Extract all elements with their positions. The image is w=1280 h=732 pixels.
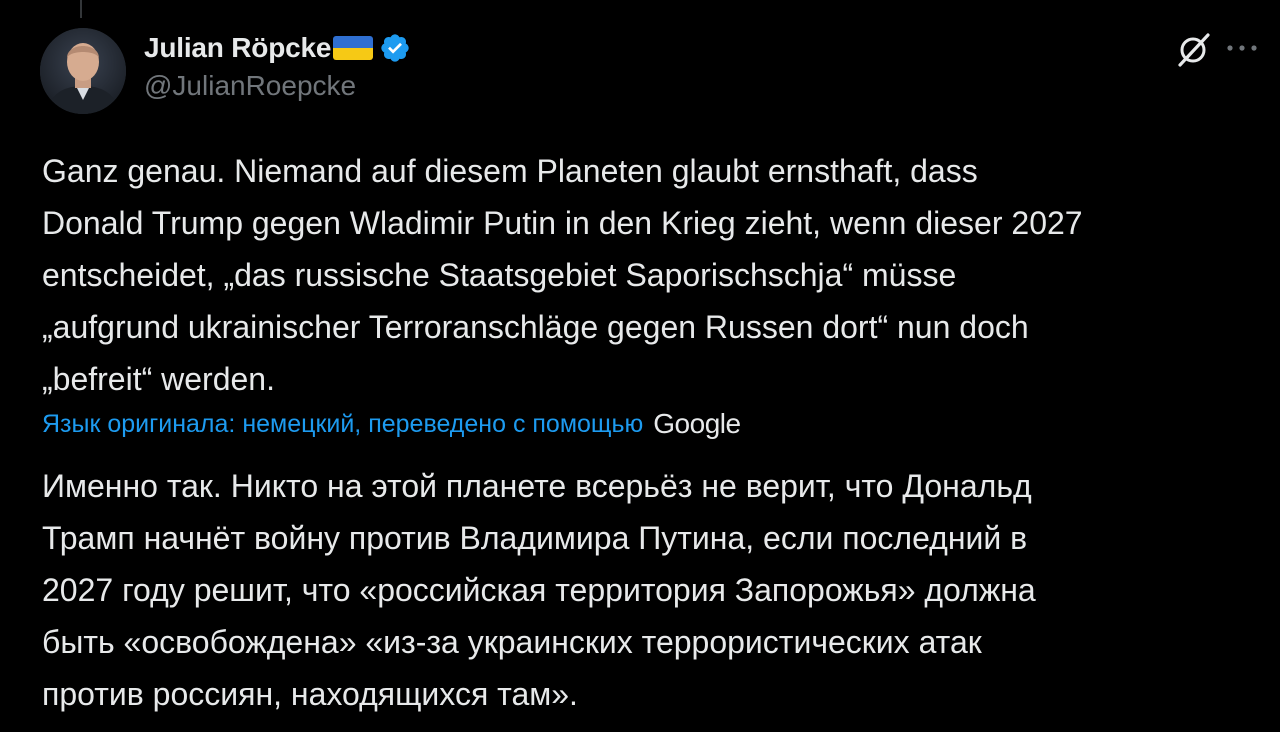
author-handle[interactable]: @JulianRoepcke bbox=[144, 70, 1260, 102]
tweet-text-line: Ganz genau. Niemand auf diesem Planeten … bbox=[42, 153, 978, 189]
thread-connector-line bbox=[80, 0, 82, 18]
google-logo: Google bbox=[653, 408, 741, 439]
verified-badge-icon[interactable] bbox=[379, 32, 411, 64]
translated-text-line: быть «освобождена» «из-за украинских тер… bbox=[42, 624, 982, 660]
grok-icon[interactable] bbox=[1174, 32, 1214, 68]
avatar[interactable] bbox=[40, 28, 126, 114]
author-display-name[interactable]: Julian Röpcke bbox=[144, 32, 331, 64]
translated-text-line: 2027 году решит, что «российская террито… bbox=[42, 572, 1036, 608]
tweet-text-line: entscheidet, „das russische Staatsgebiet… bbox=[42, 257, 957, 293]
ukraine-flag-icon bbox=[333, 36, 374, 60]
tweet-header: Julian Röpcke @JulianRoepcke bbox=[144, 30, 1260, 110]
tweet-text-line: „befreit“ werden. bbox=[42, 361, 275, 397]
translated-text: Именно так. Никто на этой планете всерьё… bbox=[42, 460, 1262, 720]
translated-text-line: против россиян, находящихся там». bbox=[42, 676, 578, 712]
more-options-icon[interactable] bbox=[1222, 40, 1262, 56]
translated-text-line: Именно так. Никто на этой планете всерьё… bbox=[42, 468, 1032, 504]
avatar-image bbox=[40, 28, 126, 114]
translation-source-link[interactable]: Язык оригинала: немецкий, переведено с п… bbox=[42, 410, 643, 439]
tweet-text: Ganz genau. Niemand auf diesem Planeten … bbox=[42, 145, 1262, 405]
translation-note: Язык оригинала: немецкий, переведено с п… bbox=[42, 408, 741, 440]
author-name-row: Julian Röpcke bbox=[144, 30, 1260, 66]
tweet-text-line: Donald Trump gegen Wladimir Putin in den… bbox=[42, 205, 1083, 241]
tweet-text-line: „aufgrund ukrainischer Terroranschläge g… bbox=[42, 309, 1029, 345]
translated-text-line: Трамп начнёт войну против Владимира Пути… bbox=[42, 520, 1028, 556]
